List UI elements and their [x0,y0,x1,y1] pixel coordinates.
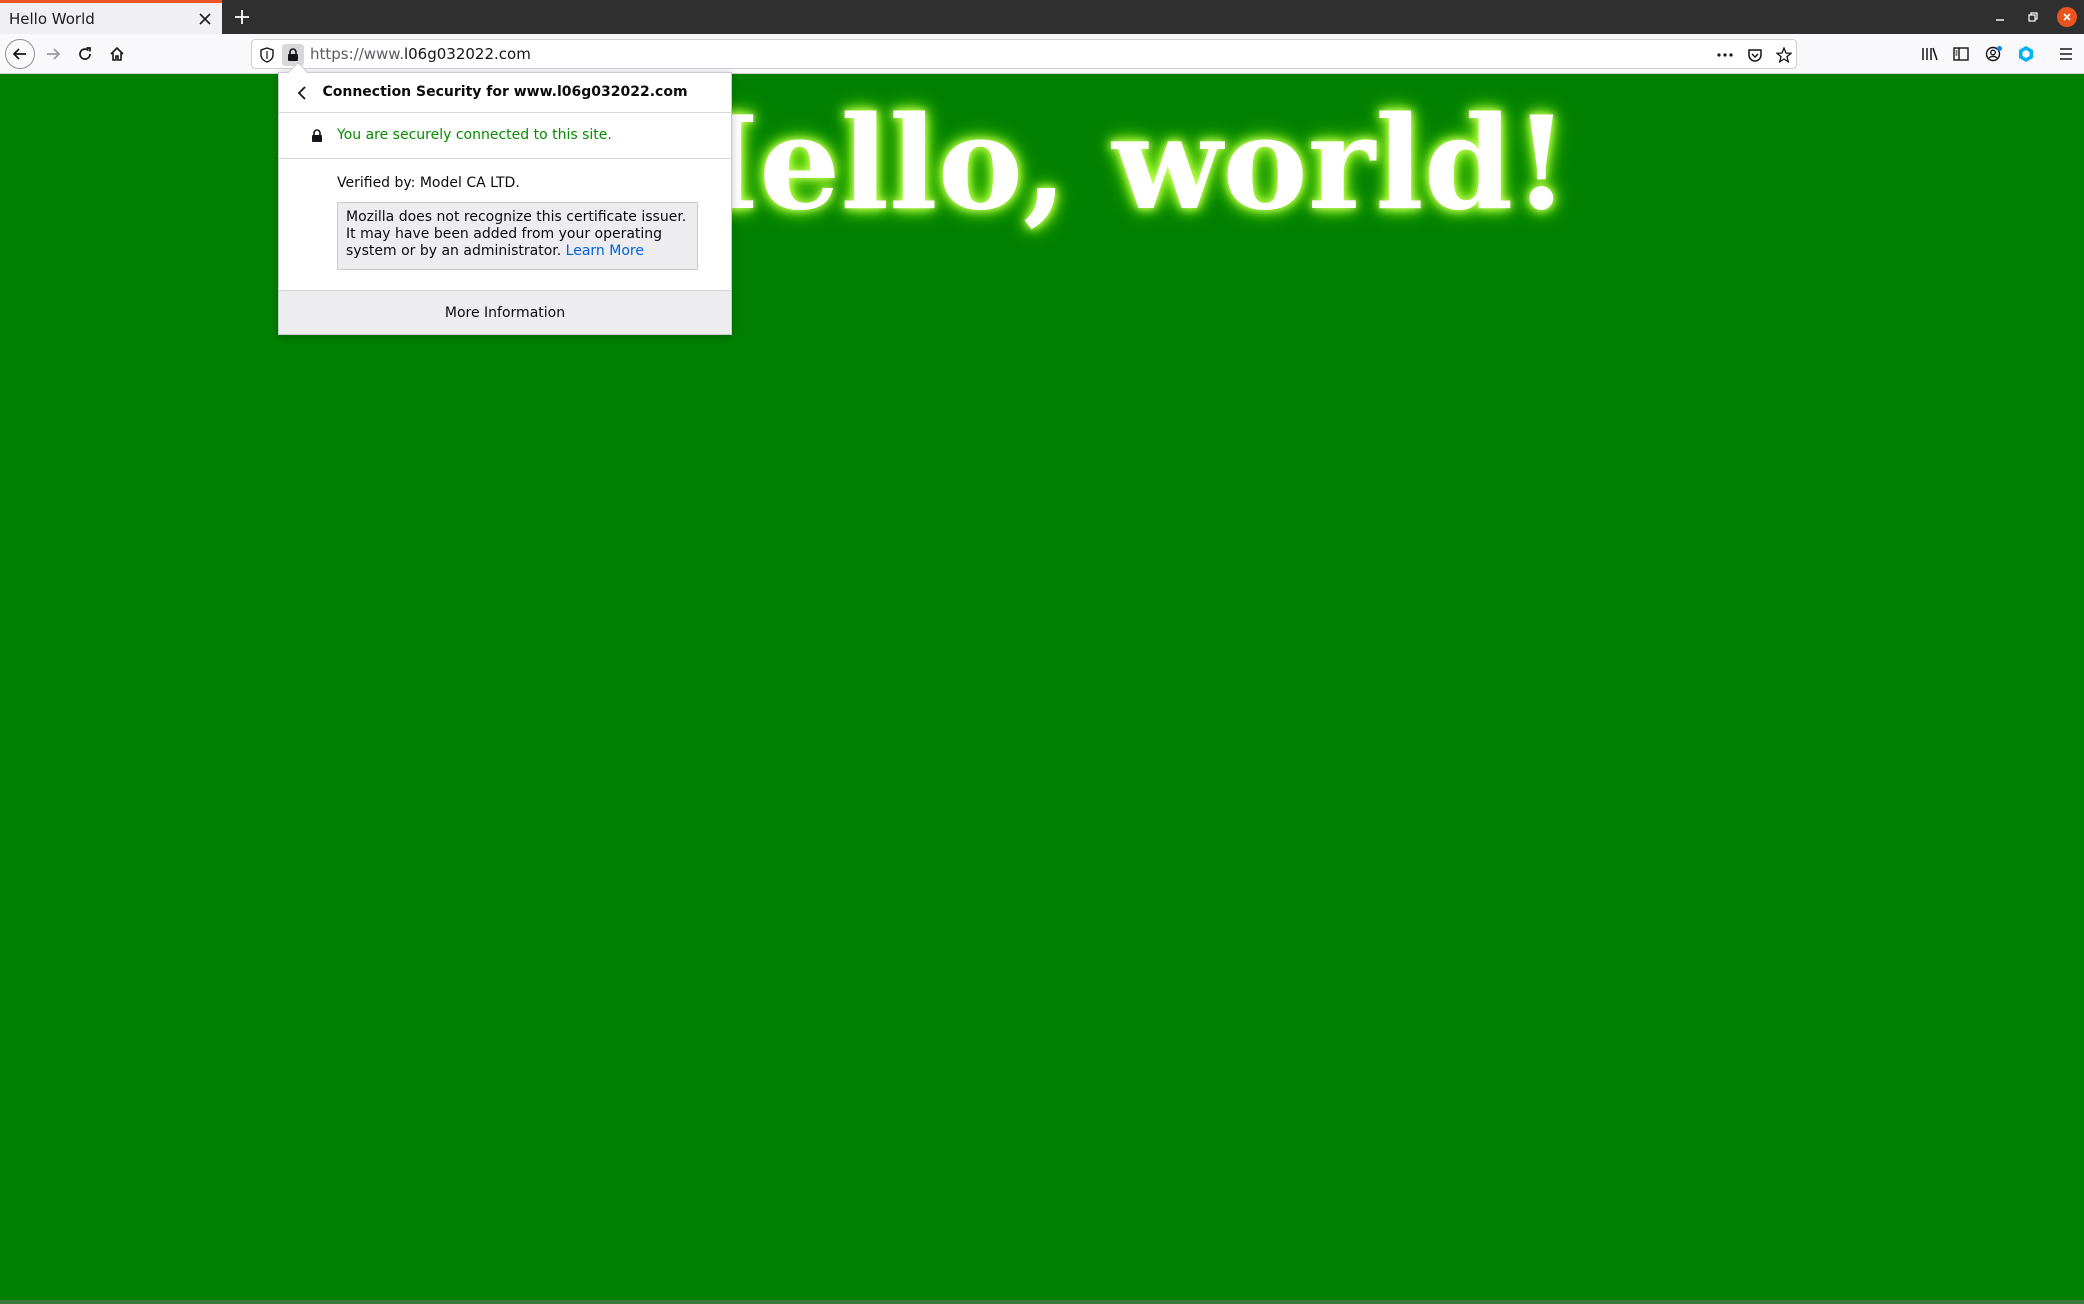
url-host: l06g032022.com [403,45,531,63]
url-bar[interactable]: https://www.l06g032022.com [251,39,1797,69]
popup-title: Connection Security for www.l06g032022.c… [322,84,688,100]
certificate-warning: Mozilla does not recognize this certific… [337,202,698,270]
more-information-button[interactable]: More Information [279,290,731,334]
restore-icon[interactable] [2023,7,2043,27]
tab-hello-world[interactable]: Hello World [0,0,222,34]
close-icon[interactable] [2057,7,2077,27]
tab-title: Hello World [9,9,95,28]
secure-connection-row: You are securely connected to this site. [279,113,731,159]
url-text[interactable]: https://www.l06g032022.com [310,45,531,63]
sidebar-icon[interactable] [1947,40,1975,68]
star-icon[interactable] [1773,44,1795,66]
tab-bar: Hello World [0,0,2084,34]
chevron-left-icon[interactable] [291,82,313,104]
library-icon[interactable] [1916,40,1944,68]
identity-popup: Connection Security for www.l06g032022.c… [278,62,732,335]
more-icon[interactable] [1714,44,1736,66]
close-icon[interactable] [194,8,216,30]
shield-icon[interactable] [256,44,278,66]
account-icon[interactable] [1980,40,2008,68]
back-arrow-icon[interactable] [5,39,35,69]
extension-icon[interactable] [2012,40,2040,68]
popup-header: Connection Security for www.l06g032022.c… [279,73,731,113]
lock-icon[interactable] [282,44,304,66]
verified-by-text: Verified by: Model CA LTD. [337,175,520,191]
lock-icon [309,128,325,144]
secure-connection-text: You are securely connected to this site. [337,127,612,143]
reload-icon[interactable] [71,40,99,68]
menu-icon[interactable] [2052,40,2080,68]
page-heading: Hello, world! [638,89,1570,239]
pocket-icon[interactable] [1744,44,1766,66]
navigation-toolbar: https://www.l06g032022.com [0,34,2084,74]
forward-arrow-icon[interactable] [39,40,67,68]
minimize-icon[interactable] [1990,7,2010,27]
page-bottom-border [0,1300,2084,1304]
plus-icon[interactable] [229,4,255,30]
home-icon[interactable] [103,40,131,68]
learn-more-link[interactable]: Learn More [566,243,644,259]
url-prefix: https://www. [310,45,404,63]
